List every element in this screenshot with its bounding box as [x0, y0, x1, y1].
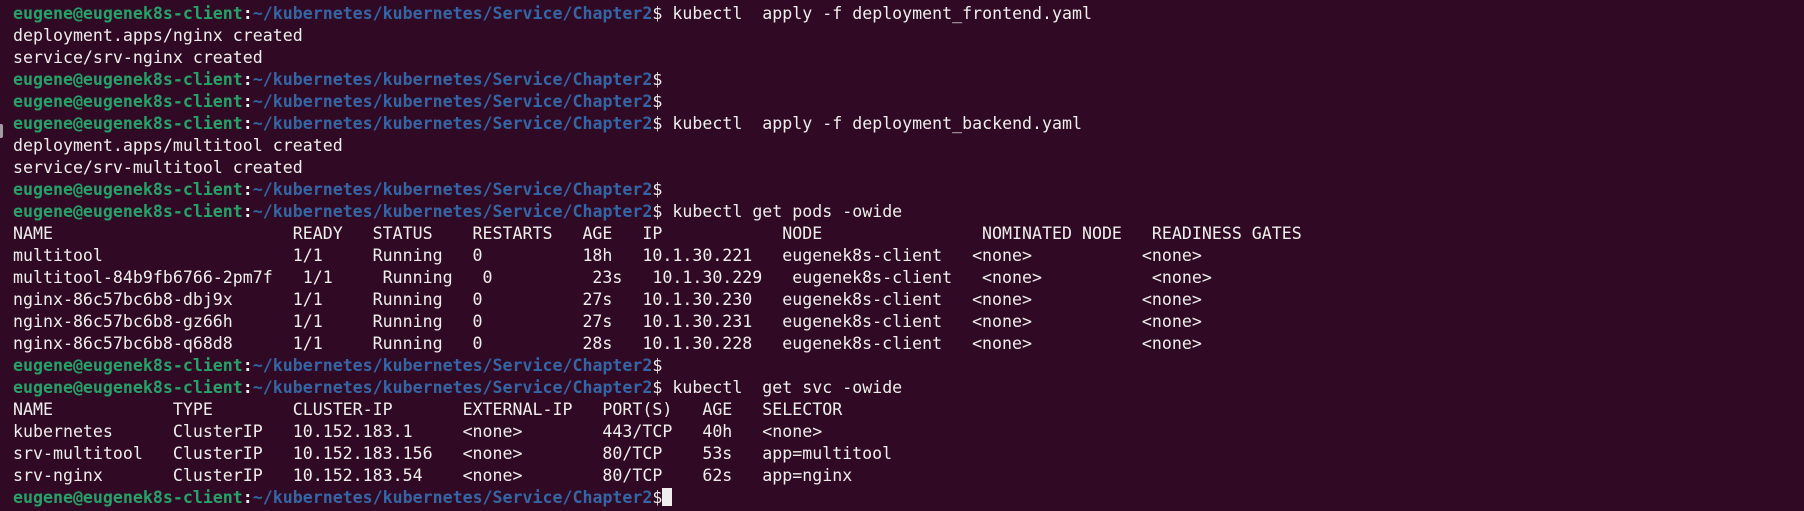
- prompt-path: ~/kubernetes/kubernetes/Service/Chapter2: [252, 202, 653, 221]
- prompt-separator: :: [242, 488, 253, 507]
- prompt-path: ~/kubernetes/kubernetes/Service/Chapter2: [252, 488, 653, 507]
- prompt-path: ~/kubernetes/kubernetes/Service/Chapter2: [252, 114, 653, 133]
- prompt-line: eugene@eugenek8s-client:~/kubernetes/kub…: [13, 69, 1804, 91]
- prompt-symbol: $: [652, 92, 663, 111]
- prompt-separator: :: [242, 92, 253, 111]
- prompt-user-host: eugene@eugenek8s-client: [13, 378, 243, 397]
- output-line: NAME TYPE CLUSTER-IP EXTERNAL-IP PORT(S)…: [13, 400, 843, 419]
- prompt-user-host: eugene@eugenek8s-client: [13, 4, 243, 23]
- prompt-line: eugene@eugenek8s-client:~/kubernetes/kub…: [13, 91, 1804, 113]
- prompt-separator: :: [242, 202, 253, 221]
- prompt-line: eugene@eugenek8s-client:~/kubernetes/kub…: [13, 201, 1804, 223]
- prompt-path: ~/kubernetes/kubernetes/Service/Chapter2: [252, 356, 653, 375]
- prompt-user-host: eugene@eugenek8s-client: [13, 180, 243, 199]
- prompt-symbol: $: [652, 114, 663, 133]
- prompt-separator: :: [242, 4, 253, 23]
- prompt-symbol: $: [652, 356, 663, 375]
- prompt-separator: :: [242, 180, 253, 199]
- prompt-separator: :: [242, 378, 253, 397]
- prompt-separator: :: [242, 70, 253, 89]
- output-line: kubernetes ClusterIP 10.152.183.1 <none>…: [13, 422, 823, 441]
- prompt-line: eugene@eugenek8s-client:~/kubernetes/kub…: [13, 113, 1804, 135]
- prompt-symbol: $: [652, 488, 663, 507]
- prompt-separator: :: [242, 356, 253, 375]
- command-text: kubectl apply -f deployment_backend.yaml: [662, 114, 1082, 133]
- terminal-cursor[interactable]: [662, 488, 673, 506]
- terminal-window[interactable]: eugene@eugenek8s-client:~/kubernetes/kub…: [0, 0, 1804, 511]
- prompt-symbol: $: [652, 4, 663, 23]
- command-text: kubectl get pods -owide: [662, 202, 903, 221]
- command-text: kubectl apply -f deployment_frontend.yam…: [662, 4, 1092, 23]
- prompt-user-host: eugene@eugenek8s-client: [13, 70, 243, 89]
- output-line: deployment.apps/nginx created: [13, 26, 303, 45]
- prompt-user-host: eugene@eugenek8s-client: [13, 488, 243, 507]
- output-line: nginx-86c57bc6b8-dbj9x 1/1 Running 0 27s…: [13, 290, 1202, 309]
- output-line: deployment.apps/multitool created: [13, 136, 343, 155]
- prompt-path: ~/kubernetes/kubernetes/Service/Chapter2: [252, 4, 653, 23]
- prompt-line: eugene@eugenek8s-client:~/kubernetes/kub…: [13, 487, 1804, 509]
- prompt-symbol: $: [652, 70, 663, 89]
- prompt-symbol: $: [652, 378, 663, 397]
- prompt-path: ~/kubernetes/kubernetes/Service/Chapter2: [252, 378, 653, 397]
- prompt-user-host: eugene@eugenek8s-client: [13, 92, 243, 111]
- output-line: nginx-86c57bc6b8-gz66h 1/1 Running 0 27s…: [13, 312, 1202, 331]
- prompt-line: eugene@eugenek8s-client:~/kubernetes/kub…: [13, 3, 1804, 25]
- prompt-symbol: $: [652, 180, 663, 199]
- prompt-path: ~/kubernetes/kubernetes/Service/Chapter2: [252, 180, 653, 199]
- prompt-path: ~/kubernetes/kubernetes/Service/Chapter2: [252, 70, 653, 89]
- scroll-edge-marker: [0, 124, 3, 138]
- output-line: multitool 1/1 Running 0 18h 10.1.30.221 …: [13, 246, 1202, 265]
- prompt-user-host: eugene@eugenek8s-client: [13, 202, 243, 221]
- prompt-user-host: eugene@eugenek8s-client: [13, 356, 243, 375]
- top-clipped-line: [0, 0, 1804, 3]
- output-line: NAME READY STATUS RESTARTS AGE IP NODE N…: [13, 224, 1302, 243]
- output-line: service/srv-nginx created: [13, 48, 263, 67]
- output-line: srv-nginx ClusterIP 10.152.183.54 <none>…: [13, 466, 853, 485]
- output-line: srv-multitool ClusterIP 10.152.183.156 <…: [13, 444, 893, 463]
- prompt-line: eugene@eugenek8s-client:~/kubernetes/kub…: [13, 377, 1804, 399]
- prompt-path: ~/kubernetes/kubernetes/Service/Chapter2: [252, 92, 653, 111]
- prompt-line: eugene@eugenek8s-client:~/kubernetes/kub…: [13, 355, 1804, 377]
- output-line: service/srv-multitool created: [13, 158, 303, 177]
- prompt-line: eugene@eugenek8s-client:~/kubernetes/kub…: [13, 179, 1804, 201]
- output-line: multitool-84b9fb6766-2pm7f 1/1 Running 0…: [13, 268, 1212, 287]
- prompt-user-host: eugene@eugenek8s-client: [13, 114, 243, 133]
- output-line: nginx-86c57bc6b8-q68d8 1/1 Running 0 28s…: [13, 334, 1202, 353]
- prompt-symbol: $: [652, 202, 663, 221]
- prompt-separator: :: [242, 114, 253, 133]
- command-text: kubectl get svc -owide: [662, 378, 903, 397]
